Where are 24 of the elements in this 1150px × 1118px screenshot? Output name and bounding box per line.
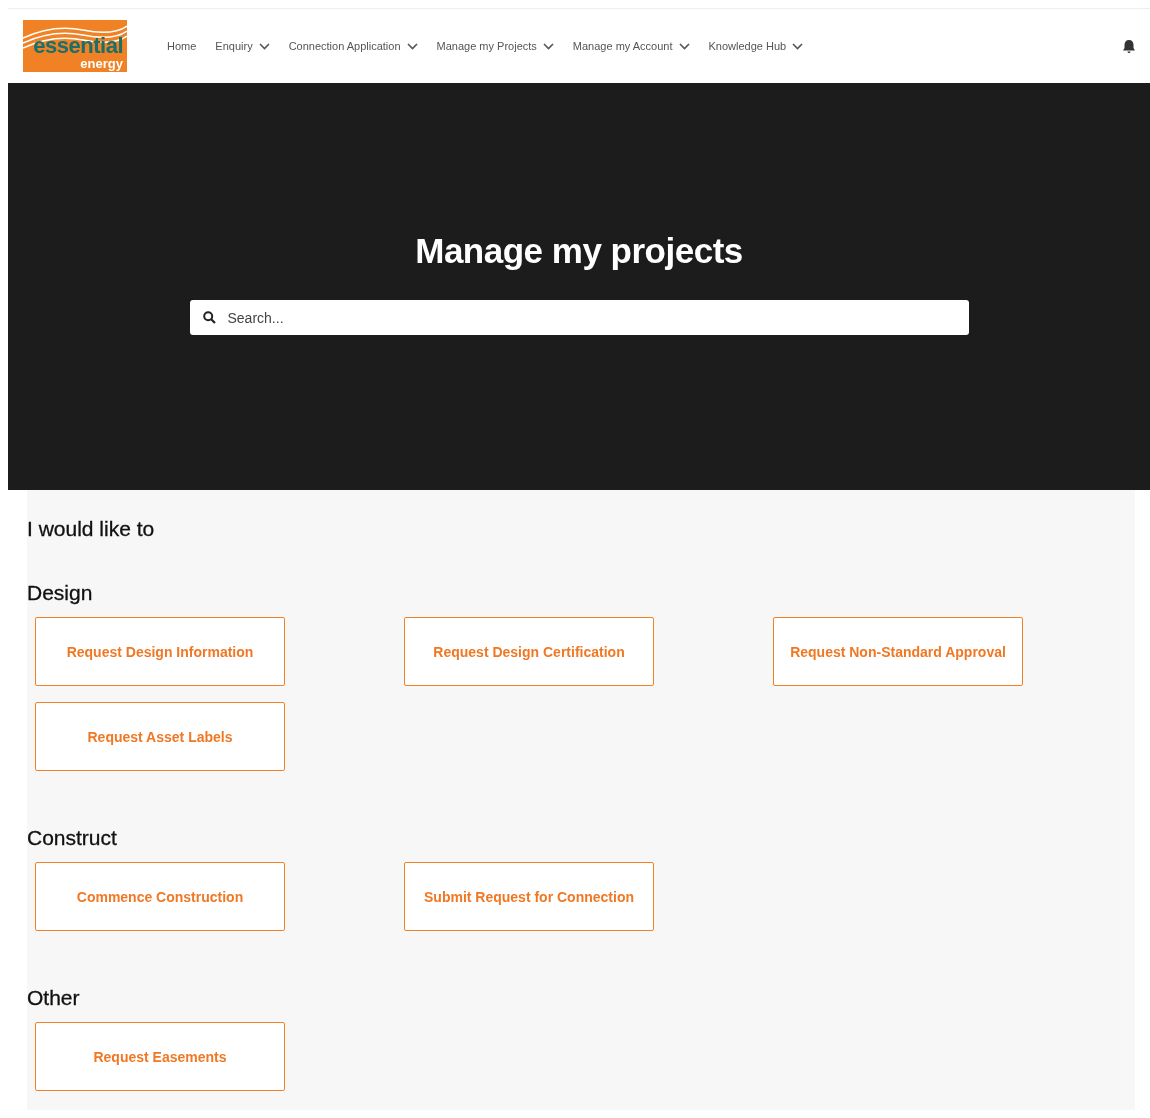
logo-text: energy (80, 57, 123, 70)
nav-link[interactable]: Enquiry (215, 40, 270, 52)
section-heading: Construct (27, 826, 118, 850)
action-button[interactable]: Request Non-Standard Approval (773, 617, 1023, 686)
section-heading: Design (27, 581, 94, 605)
page-title: Manage my projects (415, 231, 743, 271)
intro-heading: I would like to (27, 517, 156, 541)
search-field[interactable]: Search... (189, 300, 969, 335)
logo-background[interactable]: essential energy (23, 20, 127, 72)
action-button[interactable]: Request Design Information (35, 617, 285, 686)
action-button[interactable]: Submit Request for Connection (404, 862, 654, 931)
action-button[interactable]: Request Easements (35, 1022, 285, 1091)
nav-link[interactable]: Home (167, 40, 197, 52)
logo-text: essential (33, 35, 123, 57)
nav-link[interactable]: Manage my Projects (436, 40, 554, 52)
section-heading: Other (27, 986, 81, 1010)
nav-link[interactable]: Connection Application (288, 40, 418, 52)
action-button[interactable]: Request Asset Labels (35, 702, 285, 771)
search-icon (202, 311, 216, 324)
nav-link[interactable]: Manage my Account (572, 40, 690, 52)
action-button[interactable]: Commence Construction (35, 862, 285, 931)
nav-link[interactable]: Knowledge Hub (708, 40, 804, 52)
action-button[interactable]: Request Design Certification (404, 617, 654, 686)
bell-icon[interactable] (1122, 38, 1136, 54)
